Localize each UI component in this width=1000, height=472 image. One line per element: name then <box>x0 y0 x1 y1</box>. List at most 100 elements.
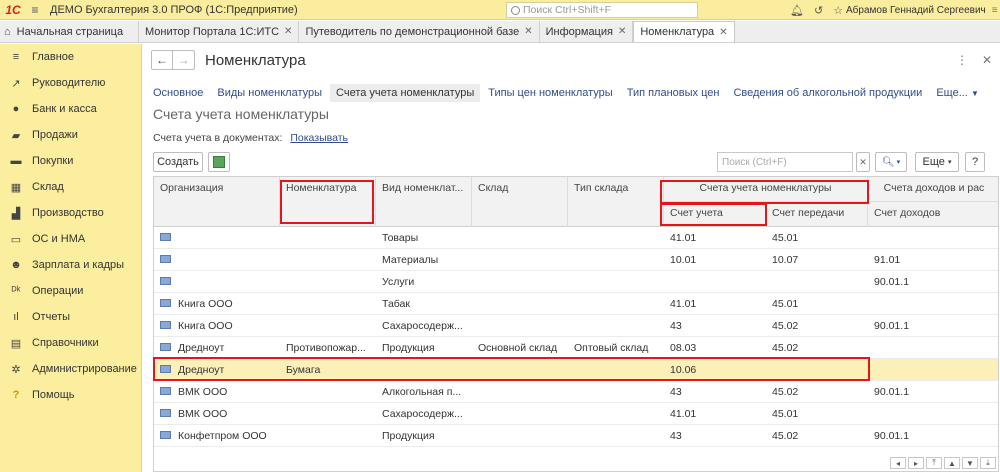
link-price-types[interactable]: Типы цен номенклатуры <box>488 87 612 99</box>
more-menu-icon[interactable]: ≡ <box>992 5 998 16</box>
cell-transfer <box>766 271 868 293</box>
col-income[interactable]: Счет доходов <box>868 202 998 227</box>
find-button[interactable]: 🔍︎ ▾ <box>875 152 907 172</box>
more-button[interactable]: Еще ▾ <box>915 152 959 172</box>
history-icon[interactable]: ↺ <box>814 4 823 17</box>
close-icon[interactable]: ✕ <box>524 26 532 37</box>
sidebar-item-main[interactable]: ≡ Главное <box>0 44 141 70</box>
scroll-up-button[interactable]: ▲ <box>944 457 960 469</box>
help-button[interactable]: ? <box>965 152 985 172</box>
cell-nom <box>280 315 376 337</box>
more-vertical-icon[interactable]: ⋮ <box>956 53 968 67</box>
table-row[interactable]: Дредноут Противопожар... Продукция Основной… <box>154 337 998 359</box>
form-area: ← → Номенклатура ⋮ ✕ Основное Виды номен… <box>143 44 1000 472</box>
sidebar-item-catalogs[interactable]: ▤ Справочники <box>0 330 141 356</box>
sidebar-item-payroll[interactable]: ☻ Зарплата и кадры <box>0 252 141 278</box>
scroll-last-button[interactable]: ⤓ <box>980 457 996 469</box>
cell-stock-type <box>568 403 664 425</box>
table-row[interactable]: ВМК ООО Алкогольная п... 43 45.02 90.01.1 <box>154 381 998 403</box>
cell-stock-type <box>568 315 664 337</box>
col-kind[interactable]: Вид номенклат... <box>376 177 472 227</box>
link-main[interactable]: Основное <box>153 87 203 99</box>
accounts-in-docs: Счета учета в документах: Показывать <box>153 132 348 144</box>
table-row[interactable]: Книга ООО Табак 41.01 45.01 <box>154 293 998 315</box>
sidebar-item-sales[interactable]: ▰ Продажи <box>0 122 141 148</box>
cell-stock <box>472 315 568 337</box>
sidebar-item-bank[interactable]: ● Банк и касса <box>0 96 141 122</box>
copy-button[interactable] <box>208 152 230 172</box>
cell-stock <box>472 359 568 381</box>
cell-account: 43 <box>670 430 682 442</box>
record-icon <box>160 365 171 374</box>
scroll-down-button[interactable]: ▼ <box>962 457 978 469</box>
cell-nom <box>280 293 376 315</box>
table-row[interactable]: Товары 41.01 45.01 <box>154 227 998 249</box>
sidebar-item-purchases[interactable]: ▬ Покупки <box>0 148 141 174</box>
scroll-left-button[interactable]: ◂ <box>890 457 906 469</box>
copy-icon <box>213 156 225 168</box>
tab-home[interactable]: ⌂ Начальная страница <box>0 21 139 42</box>
back-button[interactable]: ← <box>151 50 173 70</box>
col-org[interactable]: Организация <box>154 177 280 227</box>
table-row[interactable]: Книга ООО Сахаросодерж... 43 45.02 90.01.1 <box>154 315 998 337</box>
bell-icon[interactable]: 🔔︎ <box>790 4 804 17</box>
tab-guide[interactable]: Путеводитель по демонстрационной базе ✕ <box>299 21 540 42</box>
link-alcohol[interactable]: Сведения об алкогольной продукции <box>733 87 922 99</box>
table-row-selected[interactable]: Дредноут Бумага 10.06 <box>154 359 998 381</box>
record-icon <box>160 277 171 286</box>
show-link[interactable]: Показывать <box>290 132 348 144</box>
cell-income <box>868 403 998 425</box>
scroll-right-button[interactable]: ▸ <box>908 457 924 469</box>
col-stock[interactable]: Склад <box>472 177 568 227</box>
sidebar-item-production[interactable]: ▟ Производство <box>0 200 141 226</box>
scroll-controls: ◂ ▸ ⤒ ▲ ▼ ⤓ <box>890 457 996 469</box>
cell-kind: Материалы <box>382 254 439 266</box>
col-nom[interactable]: Номенклатура <box>280 177 376 227</box>
global-search-input[interactable]: Поиск Ctrl+Shift+F <box>506 2 698 18</box>
sidebar-item-help[interactable]: ? Помощь <box>0 382 141 408</box>
tab-nomenclature[interactable]: Номенклатура ✕ <box>633 21 735 42</box>
table-search-input[interactable]: Поиск (Ctrl+F) <box>717 152 853 172</box>
app-title: ДЕМО Бухгалтерия 3.0 ПРОФ (1С:Предприяти… <box>50 3 298 16</box>
close-icon[interactable]: ✕ <box>284 26 292 37</box>
forward-button[interactable]: → <box>173 50 195 70</box>
link-planned-price[interactable]: Тип плановых цен <box>627 87 720 99</box>
sidebar-item-assets[interactable]: ▭ ОС и НМА <box>0 226 141 252</box>
cell-stock-type <box>568 381 664 403</box>
sidebar-item-warehouse[interactable]: ▦ Склад <box>0 174 141 200</box>
tab-label: Информация <box>545 25 613 38</box>
cell-stock <box>472 381 568 403</box>
link-kinds[interactable]: Виды номенклатуры <box>217 87 322 99</box>
table-row[interactable]: ВМК ООО Сахаросодерж... 41.01 45.01 <box>154 403 998 425</box>
link-accounts-current[interactable]: Счета учета номенклатуры <box>330 84 481 102</box>
sidebar-item-admin[interactable]: ✲ Администрирование <box>0 356 141 382</box>
link-more[interactable]: Еще... ▼ <box>936 87 979 99</box>
trend-icon: ↗ <box>11 77 21 90</box>
user-menu[interactable]: Абрамов Геннадий Сергеевич ≡ <box>846 0 998 20</box>
sidebar-item-reports[interactable]: ıl Отчеты <box>0 304 141 330</box>
scroll-first-button[interactable]: ⤒ <box>926 457 942 469</box>
cell-stock: Основной склад <box>478 342 558 354</box>
close-icon[interactable]: ✕ <box>618 26 626 37</box>
table-row[interactable]: Материалы 10.01 10.07 91.01 <box>154 249 998 271</box>
favorites-star-icon[interactable]: ☆ <box>833 4 843 17</box>
record-icon <box>160 409 171 418</box>
tab-its-monitor[interactable]: Монитор Портала 1С:ИТС ✕ <box>139 21 300 42</box>
col-transfer[interactable]: Счет передачи <box>766 202 868 227</box>
1c-logo-icon: 1С <box>5 2 21 17</box>
table-row[interactable]: Услуги 90.01.1 <box>154 271 998 293</box>
menu-icon[interactable]: ≡ <box>26 3 44 17</box>
sidebar-item-label: Помощь <box>32 389 75 401</box>
col-account[interactable]: Счет учета <box>664 202 766 227</box>
sidebar-item-manager[interactable]: ↗ Руководителю <box>0 70 141 96</box>
close-icon[interactable]: ✕ <box>982 53 992 67</box>
clear-search-button[interactable]: ✕ <box>856 152 870 172</box>
close-icon[interactable]: ✕ <box>719 27 727 38</box>
tab-info[interactable]: Информация ✕ <box>540 21 634 42</box>
cell-stock <box>472 403 568 425</box>
sidebar-item-operations[interactable]: ᴰᵏ Операции <box>0 278 141 304</box>
create-button[interactable]: Создать <box>153 152 203 172</box>
col-stock-type[interactable]: Тип склада <box>568 177 664 227</box>
cell-stock <box>472 293 568 315</box>
table-row[interactable]: Конфетпром ООО Продукция 43 45.02 90.01.1 <box>154 425 998 447</box>
